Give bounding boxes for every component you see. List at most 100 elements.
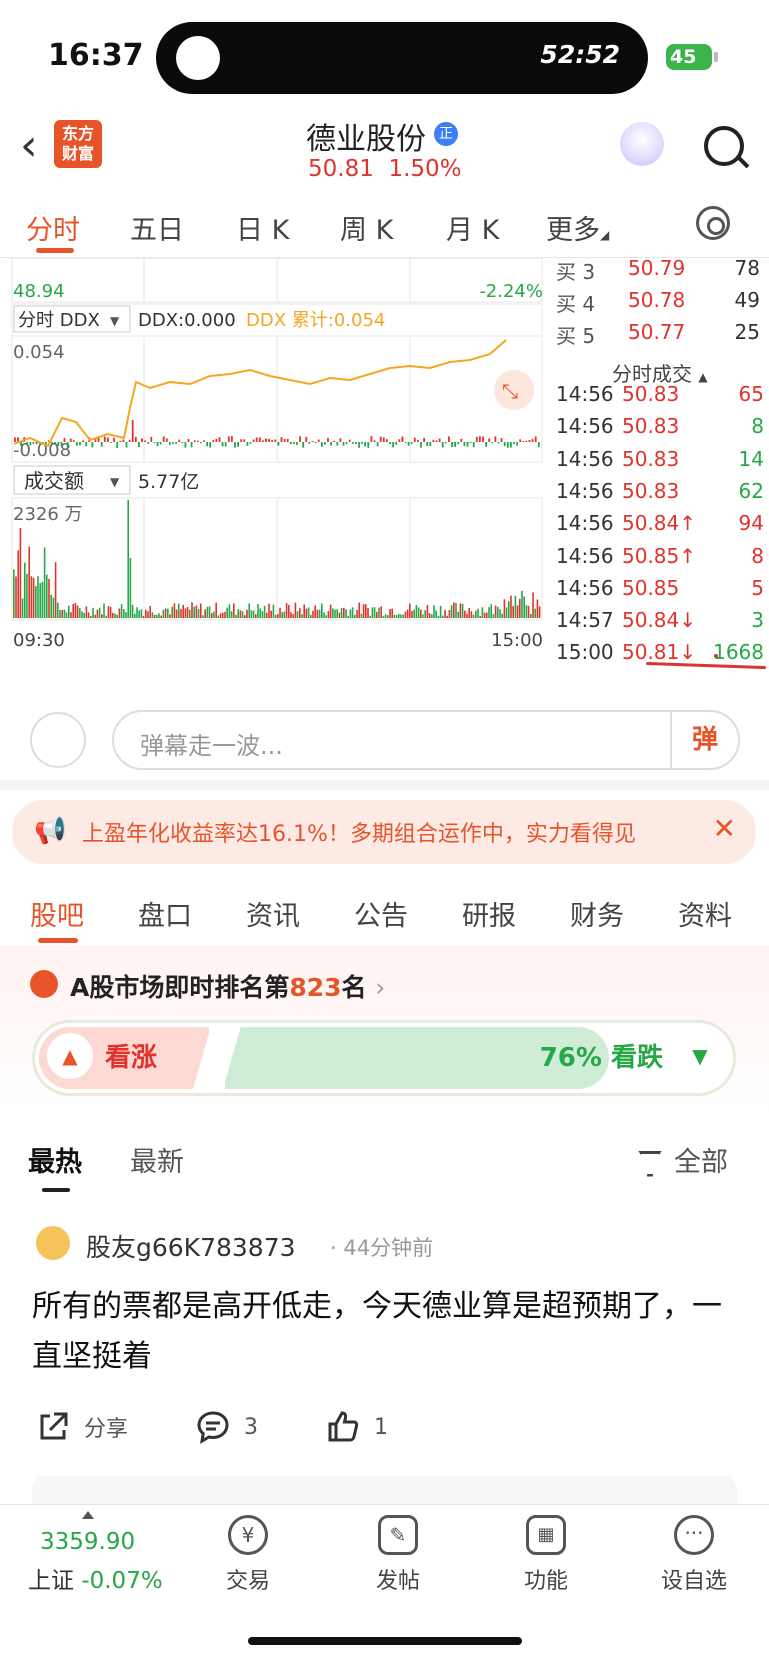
volume-bar <box>189 609 191 618</box>
post-content[interactable]: 所有的票都是高开低走，今天德业算是超预期了，一直坚挺着 <box>32 1282 742 1382</box>
volume-bar <box>411 610 413 618</box>
volume-bar <box>514 595 517 618</box>
tab-underline <box>38 938 78 943</box>
tab-more[interactable]: 更多◢ <box>546 208 609 247</box>
volume-bar <box>228 604 231 618</box>
danmu-input[interactable]: 弹幕走一波... 弹 <box>112 710 740 770</box>
promo-banner[interactable]: 📢 上盈年化收益率达16.1%！多期组合运作中，实力看得见 ✕ <box>12 800 756 864</box>
volume-bar <box>404 611 407 618</box>
megaphone-icon: 📢 <box>34 816 67 846</box>
comment-button[interactable]: 3 <box>196 1410 258 1444</box>
volume-bar <box>536 599 539 618</box>
tab-monthly-k[interactable]: 月 K <box>446 208 499 247</box>
volume-bar <box>283 611 286 618</box>
expand-up-icon[interactable] <box>82 1511 94 1519</box>
tab-five-day[interactable]: 五日 <box>130 208 184 247</box>
volume-bar <box>274 614 277 618</box>
avatar[interactable] <box>36 1226 70 1260</box>
order-row: 买 5 50.77 25 <box>556 320 760 350</box>
ddx-bar <box>302 442 305 448</box>
ddx-bar <box>283 438 286 442</box>
ddx-bar <box>169 442 171 445</box>
ddx-cumulative: DDX 累计:0.054 <box>246 310 385 331</box>
vote-down-label: 76% 看跌 <box>540 1037 663 1074</box>
tab-research[interactable]: 研报 <box>462 894 516 933</box>
close-icon[interactable]: ✕ <box>713 812 736 845</box>
tab-news[interactable]: 资讯 <box>246 894 300 933</box>
volume-bar <box>268 603 270 618</box>
tab-finance[interactable]: 财务 <box>570 894 624 933</box>
volume-bar <box>336 609 338 618</box>
tab-daily-k[interactable]: 日 K <box>236 208 289 247</box>
volume-bar <box>532 592 534 618</box>
volume-bar <box>281 612 283 618</box>
tab-guba[interactable]: 股吧 <box>30 894 84 933</box>
assistant-robot-icon[interactable] <box>620 122 664 166</box>
volume-bar <box>233 603 235 618</box>
ddx-bar <box>339 438 342 442</box>
ddx-bar <box>116 442 119 448</box>
tab-newest[interactable]: 最新 <box>130 1140 184 1179</box>
ddx-bar <box>274 439 277 442</box>
volume-bar <box>420 609 422 618</box>
app-logo[interactable]: 东方 财富 <box>54 120 102 168</box>
intraday-chart[interactable]: 48.94 -2.24% 分时 DDX ▼ DDX:0.000 DDX 累计:0… <box>0 258 546 690</box>
tick-time: 14:56 <box>556 511 614 536</box>
volume-bar <box>400 614 402 618</box>
tab-announcements[interactable]: 公告 <box>354 894 408 933</box>
ddx-bar <box>472 442 475 448</box>
ddx-bar <box>345 442 348 445</box>
ddx-bar <box>392 442 394 448</box>
settings-gear-icon[interactable] <box>696 206 730 240</box>
tab-intraday[interactable]: 分时 <box>26 208 80 247</box>
ddx-bar <box>423 437 425 442</box>
volume-bar <box>206 606 209 618</box>
ddx-bar <box>491 442 494 444</box>
index-ticker[interactable]: 上证 -0.07% <box>28 1561 163 1595</box>
volume-bar <box>129 558 132 618</box>
danmu-toggle-icon[interactable] <box>30 712 86 768</box>
stock-name[interactable]: 德业股份 <box>306 114 426 158</box>
vote-up-icon[interactable]: ▲ <box>47 1033 93 1079</box>
back-icon[interactable]: ‹ <box>20 124 38 168</box>
order-vol: 49 <box>734 288 760 312</box>
volume-bar <box>439 605 442 618</box>
order-vol: 25 <box>734 320 760 344</box>
tab-post[interactable]: ✎ 发帖 <box>348 1515 448 1595</box>
volume-bar <box>277 614 279 618</box>
apps-grid-icon: ▦ <box>526 1515 566 1555</box>
tab-weekly-k[interactable]: 周 K <box>340 208 393 247</box>
volume-bar <box>186 607 189 618</box>
tab-watchlist[interactable]: ··· 设自选 <box>644 1515 744 1595</box>
volume-bar <box>180 609 182 618</box>
volume-bar <box>338 612 341 618</box>
volume-bar <box>472 614 475 618</box>
index-value[interactable]: 3359.90 <box>40 1529 135 1555</box>
tab-hottest[interactable]: 最热 <box>28 1140 82 1179</box>
ddx-bar <box>206 442 208 447</box>
volume-bar <box>461 603 464 618</box>
volume-bar <box>321 603 323 618</box>
index-name: 上证 <box>28 1568 74 1594</box>
tab-trade[interactable]: ¥ 交易 <box>198 1515 298 1595</box>
post-card[interactable]: 股友g66K783873 · 44分钟前 所有的票都是高开低走，今天德业算是超预… <box>0 1220 769 1460</box>
like-button[interactable]: 1 <box>326 1410 388 1444</box>
danmu-send-button[interactable]: 弹 <box>670 712 738 768</box>
tab-pankou[interactable]: 盘口 <box>138 894 192 933</box>
post-author[interactable]: 股友g66K783873 <box>86 1228 296 1264</box>
filter-button[interactable]: 全部 <box>638 1140 728 1179</box>
avatar-icon <box>176 36 220 80</box>
section-tabs: 股吧 盘口 资讯 公告 研报 财务 资料 <box>0 876 769 946</box>
volume-bar <box>464 610 466 618</box>
ddx-bar <box>364 442 367 447</box>
ddx-bar <box>494 436 497 442</box>
tab-features[interactable]: ▦ 功能 <box>496 1515 596 1595</box>
ddx-bar <box>410 442 413 444</box>
volume-bar <box>70 612 72 618</box>
volume-bar <box>151 612 154 618</box>
volume-bar <box>175 609 178 618</box>
search-icon[interactable] <box>704 126 744 166</box>
vote-down-icon[interactable]: ▼ <box>677 1033 723 1079</box>
tab-profile[interactable]: 资料 <box>678 894 732 933</box>
share-button[interactable]: 分享 <box>36 1410 128 1444</box>
